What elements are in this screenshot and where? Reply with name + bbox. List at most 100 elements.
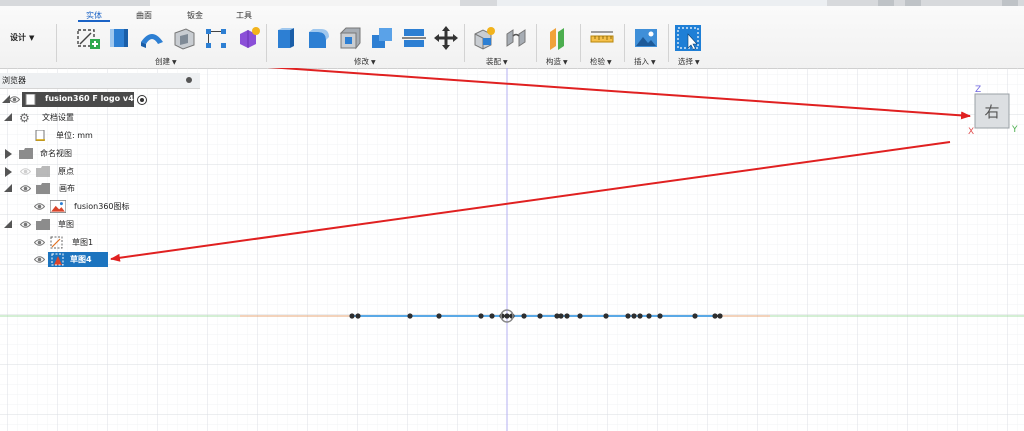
expand-triangle-icon[interactable] <box>4 220 12 228</box>
pattern-icon <box>206 29 226 48</box>
divider <box>536 24 537 62</box>
browser-root-row[interactable]: fusion360 F logo v4 <box>0 92 200 108</box>
tab-surface[interactable]: 曲面 <box>136 10 152 21</box>
select-button[interactable] <box>674 24 702 52</box>
collapse-triangle-icon[interactable] <box>5 149 12 159</box>
select-group-dropdown[interactable]: 选择 ▼ <box>678 56 700 67</box>
origin-label: 原点 <box>58 167 74 176</box>
visibility-eye-icon[interactable] <box>9 95 20 104</box>
visibility-eye-icon[interactable] <box>34 238 45 247</box>
viewcube-axis-x: X <box>968 127 974 137</box>
folder-icon <box>36 183 50 194</box>
caret-icon: ▼ <box>651 59 656 66</box>
joint-button[interactable] <box>502 24 530 52</box>
create-form-button[interactable] <box>234 24 262 52</box>
caret-icon: ▼ <box>563 59 568 66</box>
browser-item-units[interactable]: 单位: mm <box>0 128 200 144</box>
split-body-button[interactable] <box>400 24 428 52</box>
inspect-group-dropdown[interactable]: 检验 ▼ <box>590 56 612 67</box>
create-sketch-icon <box>77 29 100 49</box>
split-body-icon <box>402 29 426 47</box>
visibility-eye-icon[interactable] <box>20 220 31 229</box>
insert-group-label: 插入 <box>634 57 649 66</box>
combine-button[interactable] <box>368 24 396 52</box>
tab-tools[interactable]: 工具 <box>236 10 252 21</box>
select-cursor-icon <box>675 25 701 51</box>
browser-title: 浏览器 <box>2 76 26 85</box>
browser-item-doc-settings[interactable]: ⚙ 文档设置 <box>0 110 200 126</box>
new-component-button[interactable] <box>470 24 498 52</box>
insert-group-dropdown[interactable]: 插入 ▼ <box>634 56 656 67</box>
insert-canvas-button[interactable] <box>632 24 660 52</box>
viewcube-axis-y: Y <box>1011 125 1018 135</box>
expand-triangle-icon[interactable] <box>4 113 12 121</box>
revolve-icon <box>141 34 163 48</box>
visibility-eye-icon[interactable] <box>34 255 45 264</box>
press-pull-icon <box>278 28 294 48</box>
document-icon <box>24 94 38 105</box>
expand-triangle-icon[interactable] <box>4 184 12 192</box>
revolve-button[interactable] <box>138 24 166 52</box>
browser-item-sketches[interactable]: 草图 <box>0 217 200 233</box>
browser-pin-icon[interactable] <box>186 77 192 83</box>
toolbar: 实体 曲面 钣金 工具 设计 ▼ 创建 ▼ 修改 ▼ 装配 ▼ 构造 ▼ 检验 … <box>0 6 1024 69</box>
modify-group-dropdown[interactable]: 修改 ▼ <box>354 56 376 67</box>
browser-header[interactable]: 浏览器 <box>0 73 200 89</box>
folder-icon <box>36 219 50 230</box>
fillet-button[interactable] <box>304 24 332 52</box>
move-copy-button[interactable] <box>432 24 460 52</box>
move-arrows-icon <box>434 26 458 50</box>
divider <box>56 24 57 62</box>
divider <box>464 24 465 62</box>
joint-icon <box>506 29 526 47</box>
pattern-button[interactable] <box>202 24 230 52</box>
divider <box>580 24 581 62</box>
caret-icon: ▼ <box>503 59 508 66</box>
workspace-label: 设计 <box>10 33 26 42</box>
gear-icon: ⚙ <box>19 111 30 125</box>
create-sketch-button[interactable] <box>74 24 102 52</box>
insert-image-icon <box>635 29 657 47</box>
offset-plane-button[interactable] <box>544 24 572 52</box>
sketch4-label: 草图4 <box>70 255 92 264</box>
select-group-label: 选择 <box>678 57 693 66</box>
extrude-button[interactable] <box>106 24 134 52</box>
browser-item-sketch4[interactable]: 草图4 <box>0 252 200 268</box>
shell-icon <box>174 28 195 50</box>
construct-group-label: 构造 <box>546 57 561 66</box>
workspace-dropdown[interactable]: 设计 ▼ <box>10 32 34 43</box>
assemble-group-dropdown[interactable]: 装配 ▼ <box>486 56 508 67</box>
assemble-group-label: 装配 <box>486 57 501 66</box>
browser-item-sketch1[interactable]: 草图1 <box>0 235 200 251</box>
browser-item-canvas-image[interactable]: fusion360图标 <box>0 199 200 215</box>
named-views-label: 命名视图 <box>40 149 72 158</box>
browser-item-canvases[interactable]: 画布 <box>0 181 200 197</box>
units-label: 单位: mm <box>56 131 93 140</box>
collapse-triangle-icon[interactable] <box>5 167 12 177</box>
browser-root-label: fusion360 F logo v4 <box>45 94 134 103</box>
browser-item-origin[interactable]: 原点 <box>0 164 200 180</box>
visibility-eye-icon[interactable] <box>20 184 31 193</box>
create-form-icon <box>240 27 260 48</box>
canvas-image-icon <box>50 200 66 213</box>
visibility-eye-icon[interactable] <box>20 167 31 176</box>
caret-icon: ▼ <box>371 59 376 66</box>
shell-button[interactable] <box>170 24 198 52</box>
press-pull-button[interactable] <box>272 24 300 52</box>
browser-item-named-views[interactable]: 命名视图 <box>0 146 200 162</box>
document-icon <box>34 130 48 141</box>
create-group-dropdown[interactable]: 创建 ▼ <box>155 56 177 67</box>
divider <box>266 24 267 62</box>
construct-group-dropdown[interactable]: 构造 ▼ <box>546 56 568 67</box>
sketches-label: 草图 <box>58 220 74 229</box>
sketch-icon <box>51 253 65 266</box>
measure-button[interactable] <box>588 24 616 52</box>
tab-sheet-metal[interactable]: 钣金 <box>187 10 203 21</box>
sketch-icon <box>50 236 64 249</box>
combine-icon <box>372 28 392 48</box>
chamfer-button[interactable] <box>336 24 364 52</box>
visibility-eye-icon[interactable] <box>34 202 45 211</box>
doc-settings-label: 文档设置 <box>42 113 74 122</box>
canvases-label: 画布 <box>59 184 75 193</box>
activate-radio-icon[interactable] <box>137 95 147 105</box>
